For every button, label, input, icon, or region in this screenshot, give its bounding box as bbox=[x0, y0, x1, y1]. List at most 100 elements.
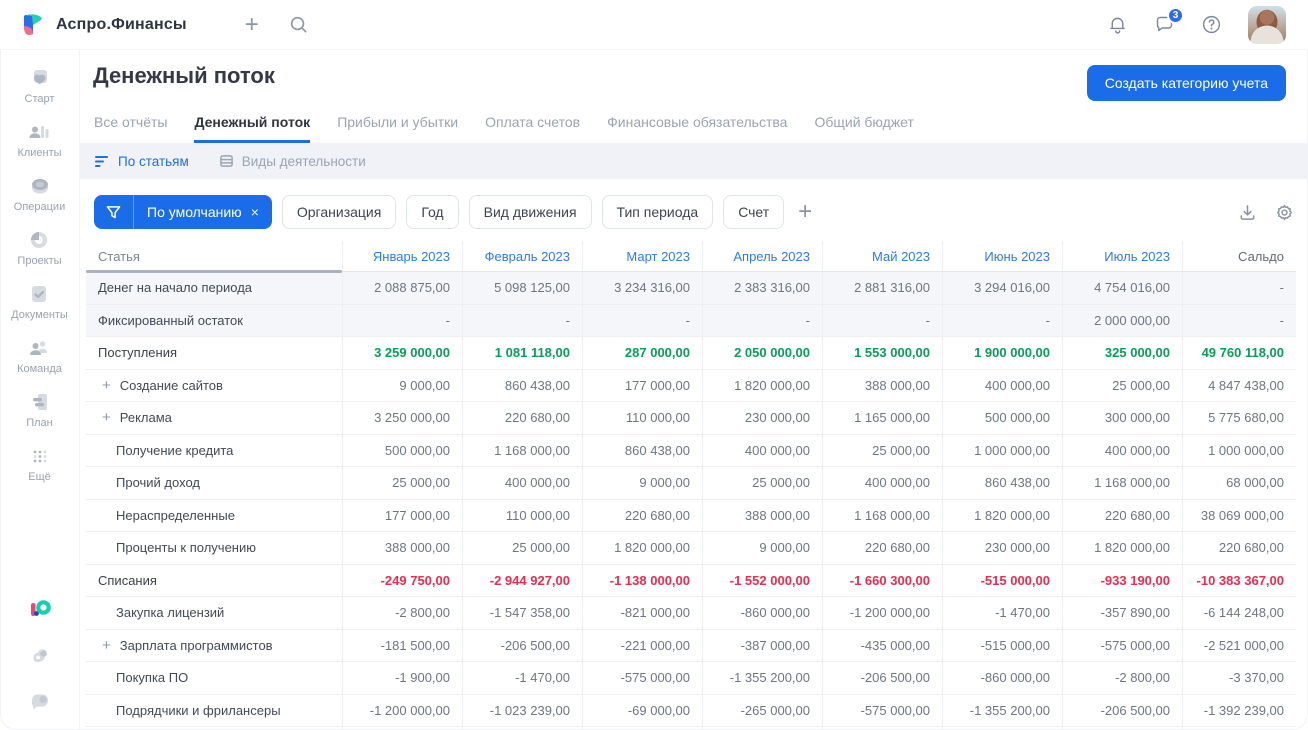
table-row[interactable]: + Создание сайтов 9 000,00 860 438,00 177 00… bbox=[86, 369, 1296, 402]
column-header-month[interactable]: Июль 2023 bbox=[1062, 241, 1182, 271]
column-header-month[interactable]: Март 2023 bbox=[582, 241, 702, 271]
table-row[interactable]: Получение кредита 500 000,00 1 168 000,00 8… bbox=[86, 434, 1296, 467]
view-switcher: По статьям Виды деятельности bbox=[80, 143, 1308, 179]
filter-chip-movement-type[interactable]: Вид движения bbox=[468, 195, 592, 229]
tab-profit-loss[interactable]: Прибыли и убытки bbox=[337, 114, 458, 143]
cell-value: 3 259 000,00 bbox=[342, 337, 462, 369]
sidebar-item-label: Клиенты bbox=[17, 147, 62, 159]
user-avatar[interactable] bbox=[1248, 5, 1286, 44]
clear-preset-icon[interactable]: × bbox=[251, 204, 259, 220]
filter-chip-year[interactable]: Год bbox=[406, 195, 459, 229]
sidebar-item-projects[interactable]: Проекты bbox=[17, 228, 62, 267]
table-row[interactable]: Подрядчики и фрилансеры -1 200 000,00 -1 0… bbox=[86, 694, 1296, 727]
cell-value: 220 680,00 bbox=[1062, 499, 1182, 531]
help-icon[interactable] bbox=[1201, 14, 1222, 35]
cell-value: 3 250 000,00 bbox=[342, 402, 462, 434]
create-category-button[interactable]: Создать категорию учета bbox=[1086, 65, 1286, 101]
filter-chip-period-type[interactable]: Тип периода bbox=[601, 195, 714, 229]
more-icon bbox=[33, 450, 46, 463]
sidebar-item-clients[interactable]: Клиенты bbox=[17, 120, 62, 159]
cell-value: -435 000,00 bbox=[822, 629, 942, 661]
notifications-bell-icon[interactable] bbox=[1107, 14, 1128, 35]
cell-value: -575 000,00 bbox=[1062, 629, 1182, 661]
quick-add-button[interactable]: + bbox=[245, 12, 259, 37]
documents-icon bbox=[32, 286, 47, 302]
cell-value: -860 000,00 bbox=[702, 597, 822, 629]
sidebar-item-start[interactable]: Старт bbox=[25, 66, 54, 105]
table-row[interactable]: Списания -249 750,00 -2 944 927,00 -1 138 0… bbox=[86, 564, 1296, 597]
cell-value: -821 000,00 bbox=[582, 597, 702, 629]
table-row[interactable]: Прочий доход 25 000,00 400 000,00 9 000,00 2… bbox=[86, 467, 1296, 500]
column-header-month[interactable]: Апрель 2023 bbox=[702, 241, 822, 271]
tab-invoice-payment[interactable]: Оплата счетов bbox=[485, 114, 580, 143]
support-chat-icon[interactable] bbox=[28, 690, 52, 714]
column-header-article[interactable]: Статья bbox=[86, 241, 342, 271]
table-row[interactable]: Проценты к получению 388 000,00 25 000,00 1… bbox=[86, 532, 1296, 565]
settings-gear-icon[interactable] bbox=[28, 644, 52, 668]
expand-plus-icon[interactable]: + bbox=[102, 638, 111, 653]
cell-value: -1 470,00 bbox=[942, 597, 1062, 629]
table-row[interactable]: + Реклама 3 250 000,00 220 680,00 110 000,00… bbox=[86, 402, 1296, 435]
cell-value: 400 000,00 bbox=[702, 434, 822, 466]
row-label: Подрядчики и фрилансеры bbox=[116, 702, 281, 718]
horizontal-scrollbar-thumb[interactable] bbox=[86, 270, 342, 273]
table-row[interactable]: Покупка ПО -1 900,00 -1 470,00 -575 000,00-… bbox=[86, 662, 1296, 695]
cell-value: 25 000,00 bbox=[702, 467, 822, 499]
cell-value: 2 088 875,00 bbox=[342, 272, 462, 304]
cell-value: -1 023 239,00 bbox=[462, 694, 582, 726]
sidebar-item-operations[interactable]: Операции bbox=[14, 174, 65, 213]
sidebar-item-team[interactable]: Команда bbox=[17, 336, 62, 375]
report-tabs: Все отчёты Денежный поток Прибыли и убыт… bbox=[93, 114, 1286, 143]
aspro-p-logo-icon[interactable] bbox=[27, 596, 53, 622]
search-icon[interactable] bbox=[289, 15, 308, 34]
column-header-month[interactable]: Июнь 2023 bbox=[942, 241, 1062, 271]
cell-value: 9 000,00 bbox=[342, 369, 462, 401]
app-logo[interactable]: Аспро.Финансы bbox=[20, 12, 187, 38]
cell-value: 2 881 316,00 bbox=[822, 272, 942, 304]
row-label: Фиксированный остаток bbox=[98, 312, 243, 328]
cell-value: 1 165 000,00 bbox=[822, 402, 942, 434]
add-filter-icon[interactable]: + bbox=[798, 200, 812, 224]
expand-plus-icon[interactable]: + bbox=[102, 410, 111, 425]
cell-value: 500 000,00 bbox=[342, 434, 462, 466]
cell-value: 25 000,00 bbox=[342, 467, 462, 499]
cell-value: 400 000,00 bbox=[822, 467, 942, 499]
subtab-activity-types[interactable]: Виды деятельности bbox=[219, 154, 366, 169]
table-row[interactable]: Поступления 3 259 000,00 1 081 118,00 287 0… bbox=[86, 337, 1296, 370]
column-header-month[interactable]: Февраль 2023 bbox=[462, 241, 582, 271]
sidebar-item-plan[interactable]: План bbox=[26, 390, 53, 429]
table-row[interactable]: Нераспределенные 177 000,00 110 000,00 220 … bbox=[86, 499, 1296, 532]
export-download-icon[interactable] bbox=[1238, 203, 1257, 222]
cell-value: -1 900,00 bbox=[342, 662, 462, 694]
cell-value: -860 000,00 bbox=[942, 662, 1062, 694]
cell-value: -1 470,00 bbox=[462, 662, 582, 694]
filter-chip-organization[interactable]: Организация bbox=[281, 195, 397, 229]
table-row[interactable]: Закупка лицензий -2 800,00 -1 547 358,00 -8… bbox=[86, 597, 1296, 630]
table-row[interactable]: + Зарплата программистов -181 500,00 -206 5… bbox=[86, 629, 1296, 662]
chat-icon[interactable]: 3 bbox=[1154, 7, 1184, 35]
tab-all-reports[interactable]: Все отчёты bbox=[94, 114, 167, 143]
tab-financial-obligations[interactable]: Финансовые обязательства bbox=[607, 114, 787, 143]
table-settings-gear-icon[interactable] bbox=[1275, 203, 1294, 222]
cell-value: 25 000,00 bbox=[462, 532, 582, 564]
table-row[interactable]: Денег на начало периода 2 088 875,00 5 098… bbox=[86, 272, 1296, 305]
subtab-by-articles[interactable]: По статьям bbox=[94, 154, 189, 169]
column-header-saldo[interactable]: Сальдо bbox=[1182, 241, 1296, 271]
cell-value: 1 168 000,00 bbox=[1062, 467, 1182, 499]
tab-cash-flow[interactable]: Денежный поток bbox=[194, 114, 311, 143]
filter-preset-label: По умолчанию bbox=[147, 204, 242, 220]
row-label: Нераспределенные bbox=[116, 507, 235, 523]
column-header-month[interactable]: Январь 2023 bbox=[342, 241, 462, 271]
cell-value: 220 680,00 bbox=[582, 499, 702, 531]
cell-value: -1 547 358,00 bbox=[462, 597, 582, 629]
cell-value: -249 750,00 bbox=[342, 564, 462, 596]
table-row[interactable]: Фиксированный остаток - - - - - -2 000 000,00- bbox=[86, 304, 1296, 337]
column-header-month[interactable]: Май 2023 bbox=[822, 241, 942, 271]
expand-plus-icon[interactable]: + bbox=[102, 378, 111, 393]
filter-preset-button[interactable]: По умолчанию × bbox=[94, 195, 272, 229]
tab-general-budget[interactable]: Общий бюджет bbox=[814, 114, 913, 143]
filter-chip-account[interactable]: Счет bbox=[723, 195, 785, 229]
cell-value: 220 680,00 bbox=[462, 402, 582, 434]
sidebar-item-documents[interactable]: Документы bbox=[11, 282, 68, 321]
sidebar-item-more[interactable]: Ещё bbox=[28, 444, 52, 483]
